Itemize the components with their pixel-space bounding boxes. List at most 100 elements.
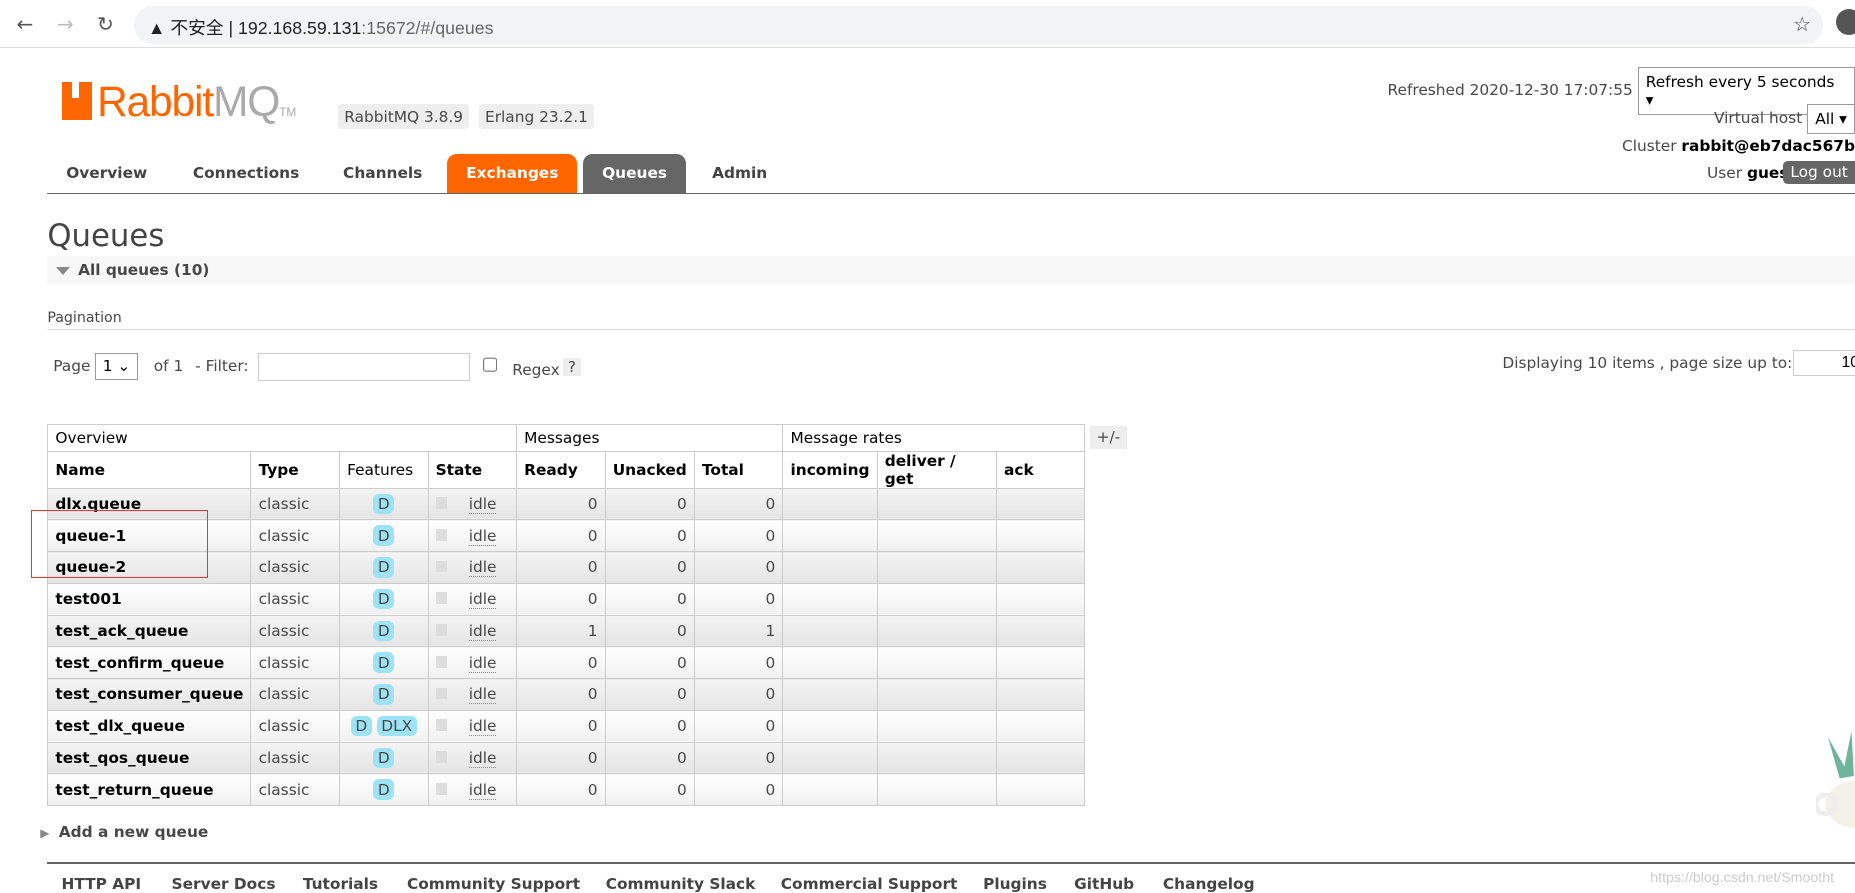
rabbitmq-logo[interactable]: RabbitMQTM <box>61 78 296 127</box>
filter-input[interactable] <box>257 352 471 381</box>
col-state[interactable]: State <box>427 450 518 489</box>
footer-link[interactable]: Server Docs <box>172 875 276 893</box>
footer-link[interactable]: Community Support <box>407 875 580 893</box>
deliver-get-rate <box>876 519 997 553</box>
table-row[interactable]: test_consumer_queue classic D idle 0 0 0 <box>47 678 1086 711</box>
unacked-count: 0 <box>604 519 695 553</box>
tab-channels[interactable]: Channels <box>324 154 441 193</box>
col-type[interactable]: Type <box>250 450 340 489</box>
table-row[interactable]: test_dlx_queue classic D DLX idle 0 0 0 <box>47 709 1086 743</box>
state-icon <box>435 624 448 636</box>
queue-features: D DLX <box>339 709 429 743</box>
deliver-get-rate <box>876 678 997 711</box>
queue-state: idle <box>427 709 518 743</box>
profile-icon[interactable] <box>1836 9 1855 36</box>
queue-name[interactable]: test_consumer_queue <box>47 678 252 711</box>
queue-type: classic <box>250 614 340 648</box>
table-row[interactable]: test_qos_queue classic D idle 0 0 0 <box>47 741 1086 775</box>
state-icon <box>435 782 448 795</box>
tab-overview[interactable]: Overview <box>47 154 166 193</box>
col-incoming[interactable]: incoming <box>782 450 878 489</box>
page-label: Page <box>53 357 91 376</box>
queue-state: idle <box>427 773 518 807</box>
tab-connections[interactable]: Connections <box>174 154 318 193</box>
add-queue-toggle[interactable]: ▶ Add a new queue <box>40 823 208 841</box>
col-ready[interactable]: Ready <box>516 450 606 489</box>
feature-durable-badge: D <box>373 493 395 515</box>
feature-dlx-badge: DLX <box>376 715 417 737</box>
footer-link[interactable]: Tutorials <box>303 875 378 893</box>
total-count: 0 <box>693 551 784 584</box>
regex-label: Regex <box>512 360 560 379</box>
page-select[interactable]: 1 ⌄ <box>94 352 139 380</box>
erlang-version: Erlang 23.2.1 <box>479 104 594 130</box>
state-icon <box>435 719 448 732</box>
state-icon <box>435 528 448 541</box>
feature-durable-badge: D <box>373 779 395 800</box>
col-name[interactable]: Name <box>47 450 252 489</box>
ack-rate <box>995 678 1086 711</box>
table-row[interactable]: test_confirm_queue classic D idle 0 0 0 <box>47 646 1086 680</box>
queue-type: classic <box>250 773 340 807</box>
footer-link[interactable]: Changelog <box>1163 875 1255 893</box>
tab-queues[interactable]: Queues <box>583 153 686 193</box>
tab-exchanges[interactable]: Exchanges <box>447 153 578 193</box>
col-unacked[interactable]: Unacked <box>604 450 695 489</box>
cluster-label: Cluster <box>1622 137 1677 156</box>
forward-icon[interactable]: → <box>57 12 74 36</box>
ready-count: 0 <box>516 678 606 711</box>
feature-durable-badge: D <box>373 557 395 578</box>
footer-link[interactable]: GitHub <box>1074 875 1134 893</box>
star-icon[interactable]: ☆ <box>1793 12 1811 36</box>
queue-state: idle <box>427 678 518 711</box>
queue-name[interactable]: test001 <box>47 582 252 616</box>
footer-link[interactable]: Community Slack <box>606 875 756 893</box>
col-ack[interactable]: ack <box>995 450 1086 489</box>
table-row[interactable]: test_return_queue classic D idle 0 0 0 <box>47 773 1086 807</box>
incoming-rate <box>782 487 878 521</box>
queue-type: classic <box>250 741 340 775</box>
ready-count: 0 <box>516 773 606 807</box>
queue-name[interactable]: test_dlx_queue <box>47 709 252 743</box>
tab-admin[interactable]: Admin <box>693 154 786 193</box>
regex-checkbox[interactable] <box>482 357 499 373</box>
queue-name[interactable]: test_return_queue <box>47 773 252 807</box>
footer-link[interactable]: Commercial Support <box>781 875 958 893</box>
browser-toolbar: ← → ↻ ▲ 不安全 | 192.168.59.131:15672/#/que… <box>0 0 1855 49</box>
col-deliver-get[interactable]: deliver / get <box>876 450 997 489</box>
footer-link[interactable]: Plugins <box>983 875 1047 893</box>
all-queues-toggle[interactable]: All queues (10) <box>47 255 1855 286</box>
queue-type: classic <box>250 487 340 521</box>
total-count: 1 <box>693 614 784 648</box>
feature-durable-badge: D <box>373 620 395 642</box>
queue-state: idle <box>427 519 518 553</box>
ack-rate <box>995 614 1086 648</box>
queue-state: idle <box>427 741 518 775</box>
table-row[interactable]: test001 classic D idle 0 0 0 <box>47 582 1086 616</box>
vhost-select[interactable]: All ▾ <box>1807 104 1855 134</box>
queue-type: classic <box>250 709 340 743</box>
queue-name[interactable]: test_confirm_queue <box>47 646 252 680</box>
ready-count: 0 <box>516 519 606 553</box>
back-icon[interactable]: ← <box>17 12 34 36</box>
col-total[interactable]: Total <box>693 450 784 489</box>
columns-toggle-button[interactable]: +/- <box>1089 425 1128 449</box>
state-icon <box>435 592 448 605</box>
watermark: https://blog.csdn.net/Smootht <box>1650 869 1835 886</box>
group-message-rates: Message rates <box>782 423 1086 452</box>
page-size-input[interactable] <box>1793 350 1855 376</box>
ack-rate <box>995 582 1086 616</box>
queue-name[interactable]: test_qos_queue <box>47 741 252 775</box>
queue-name[interactable]: test_ack_queue <box>47 614 252 648</box>
ready-count: 0 <box>516 709 606 743</box>
footer-link[interactable]: HTTP API <box>62 875 142 893</box>
help-button[interactable]: ? <box>563 358 581 377</box>
table-row[interactable]: test_ack_queue classic D idle 1 0 1 <box>47 614 1086 648</box>
ack-rate <box>995 487 1086 521</box>
queue-state: idle <box>427 487 518 521</box>
footer: HTTP API Server Docs Tutorials Community Su… <box>47 862 1855 893</box>
reload-icon[interactable]: ↻ <box>97 12 114 36</box>
incoming-rate <box>782 582 878 616</box>
address-bar[interactable]: ▲ 不安全 | 192.168.59.131:15672/#/queues ☆ <box>133 5 1823 44</box>
total-count: 0 <box>693 709 784 743</box>
